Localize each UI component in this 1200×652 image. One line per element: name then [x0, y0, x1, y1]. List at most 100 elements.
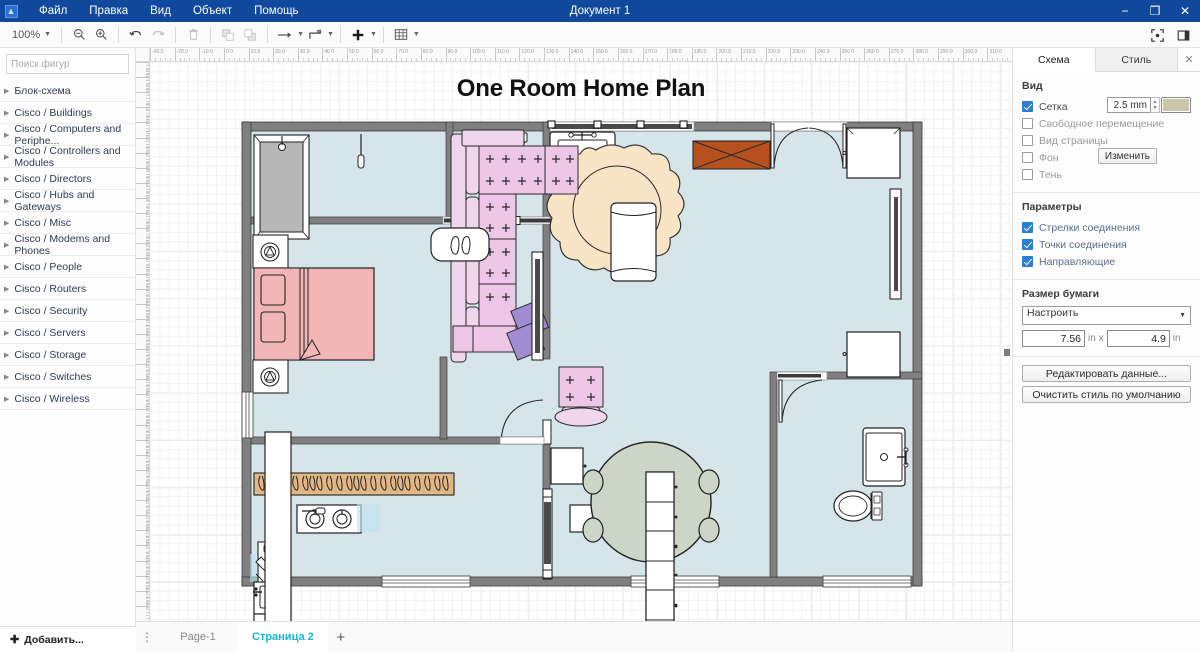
edit-data-button[interactable]: Редактировать данные...	[1022, 365, 1191, 382]
menu-item-view[interactable]: Вид	[139, 0, 182, 22]
delete-icon[interactable]	[182, 25, 204, 45]
ruler-tick: 180.0	[667, 48, 682, 61]
table-icon[interactable]	[390, 25, 412, 45]
fullscreen-icon[interactable]	[1146, 25, 1168, 45]
ruler-tick: 270.0	[888, 48, 903, 61]
sidebar-item-cisco-modems[interactable]: ▶ Cisco / Modems and Phones	[0, 232, 135, 257]
toolbar-divider	[175, 26, 177, 43]
ruler-tick: 220.0	[765, 48, 780, 61]
menu-item-help[interactable]: Помощь	[243, 0, 309, 22]
shadow-checkbox[interactable]	[1022, 169, 1033, 180]
zoom-in-icon[interactable]	[90, 25, 112, 45]
background-checkbox[interactable]	[1022, 152, 1033, 163]
canvas-resize-handle[interactable]	[1004, 349, 1010, 356]
sidebar-item-cisco-storage[interactable]: ▶ Cisco / Storage	[0, 344, 135, 366]
paper-size-select[interactable]: Настроить	[1022, 306, 1191, 325]
grid-color-swatch[interactable]	[1161, 97, 1191, 113]
sidebar-item-cisco-buildings[interactable]: ▶ Cisco / Buildings	[0, 102, 135, 124]
chevron-down-icon: ▼	[44, 31, 52, 38]
sidebar-item-cisco-computers[interactable]: ▶ Cisco / Computers and Periphe...	[0, 123, 135, 147]
top-window-selected[interactable]	[547, 120, 695, 132]
to-front-icon[interactable]	[217, 25, 239, 45]
page-view-label: Вид страницы	[1039, 134, 1108, 147]
chevron-down-icon[interactable]: ▼	[370, 31, 377, 38]
close-panel-icon[interactable]: ✕	[1178, 48, 1200, 71]
paper-height-input[interactable]: 4.9	[1106, 330, 1170, 347]
clear-default-style-button[interactable]: Очистить стиль по умолчанию	[1022, 386, 1191, 403]
maximize-button[interactable]: ❐	[1140, 0, 1170, 22]
grid-size-input[interactable]: 2.5 mm	[1107, 97, 1151, 113]
waypoints-icon[interactable]	[304, 25, 326, 45]
ruler-tick: 320.0	[136, 581, 149, 594]
connection-points-label: Точки соединения	[1039, 238, 1127, 251]
change-background-button[interactable]: Изменить	[1097, 148, 1157, 164]
sidebar-item-cisco-routers[interactable]: ▶ Cisco / Routers	[0, 278, 135, 300]
ruler-tick: 160.0	[617, 48, 632, 61]
sidebar-item-label: Cisco / Modems and Phones	[14, 232, 111, 257]
redo-icon[interactable]	[147, 25, 169, 45]
menu-item-edit[interactable]: Правка	[78, 0, 139, 22]
undo-icon[interactable]	[125, 25, 147, 45]
toolbar-divider	[267, 26, 269, 43]
chevron-down-icon[interactable]: ▼	[413, 31, 420, 38]
coffee-table	[610, 202, 657, 282]
sidebar-item-cisco-people[interactable]: ▶ Cisco / People	[0, 256, 135, 278]
tab-style[interactable]: Стиль	[1095, 48, 1178, 71]
menu-item-file[interactable]: Файл	[28, 0, 78, 22]
add-shapes-button[interactable]: ✚ Добавить...	[0, 626, 136, 652]
nightstand-bottom	[252, 359, 289, 394]
ruler-tick: 240.0	[136, 460, 149, 473]
sidebar-item-label: Cisco / Servers	[14, 326, 86, 339]
sidebar-item-cisco-security[interactable]: ▶ Cisco / Security	[0, 300, 135, 322]
sidebar-item-cisco-hubs[interactable]: ▶ Cisco / Hubs and Gateways	[0, 189, 135, 213]
sidebar-item-cisco-servers[interactable]: ▶ Cisco / Servers	[0, 322, 135, 344]
sidebar-item-cisco-wireless[interactable]: ▶ Cisco / Wireless	[0, 388, 135, 410]
page-tab-page1[interactable]: Page-1	[158, 621, 238, 652]
chevron-down-icon[interactable]: ▼	[327, 31, 334, 38]
page-tab-page2[interactable]: Страница 2	[238, 621, 328, 652]
background-row: Фон Изменить	[1022, 148, 1191, 166]
menu-item-object[interactable]: Объект	[182, 0, 243, 22]
paper-width-input[interactable]: 7.56	[1022, 330, 1085, 347]
page-menu-icon[interactable]: ⋮	[136, 630, 158, 644]
tab-diagram[interactable]: Схема	[1013, 48, 1096, 72]
to-back-icon[interactable]	[239, 25, 261, 45]
search-input[interactable]	[11, 58, 143, 70]
format-panel-icon[interactable]	[1172, 25, 1194, 45]
page-view-checkbox[interactable]	[1022, 135, 1033, 146]
free-move-checkbox[interactable]	[1022, 118, 1033, 129]
ruler-tick: 10.0	[136, 116, 149, 125]
sidebar-item-cisco-switches[interactable]: ▶ Cisco / Switches	[0, 366, 135, 388]
sidebar-item-label: Cisco / Wireless	[14, 392, 90, 405]
chevron-right-icon: ▶	[4, 351, 10, 359]
connection-arrow-icon[interactable]	[274, 25, 296, 45]
zoom-control[interactable]: 100% ▼	[8, 29, 55, 41]
sidebar-item-cisco-directors[interactable]: ▶ Cisco / Directors	[0, 168, 135, 190]
ruler-tick: 290.0	[136, 536, 149, 548]
insert-plus-icon[interactable]	[347, 25, 369, 45]
search-box[interactable]	[6, 54, 154, 74]
chevron-right-icon: ▶	[4, 395, 10, 403]
floor-plan-drawing[interactable]	[150, 62, 1012, 621]
chevron-down-icon[interactable]: ▼	[297, 31, 304, 38]
vertical-ruler[interactable]: -30.0 -20.0 -10.0 0.0 10.0 20.0 30.0 40.0 50.0 60…	[136, 62, 150, 621]
connection-arrows-checkbox[interactable]	[1022, 222, 1033, 233]
ruler-tick: 140.0	[568, 48, 583, 61]
grid-size-stepper[interactable]: ▲ ▼	[1151, 97, 1160, 113]
close-button[interactable]: ✕	[1170, 0, 1200, 22]
minimize-button[interactable]: −	[1110, 0, 1140, 22]
sidebar-item-cisco-misc[interactable]: ▶ Cisco / Misc	[0, 212, 135, 234]
connection-points-checkbox[interactable]	[1022, 239, 1033, 250]
ruler-tick: 110.0	[136, 264, 149, 277]
sidebar-item-cisco-controllers[interactable]: ▶ Cisco / Controllers and Modules	[0, 145, 135, 169]
zoom-out-icon[interactable]	[68, 25, 90, 45]
main-toolbar: 100% ▼ ▼ ▼ ▼ ▼	[0, 22, 1200, 48]
paper-size-select-wrapper: Настроить ▼	[1022, 306, 1191, 325]
drawing-canvas[interactable]: One Room Home Plan	[150, 62, 1012, 621]
ruler-tick: 230.0	[790, 48, 805, 61]
guides-checkbox[interactable]	[1022, 256, 1033, 267]
add-page-icon[interactable]: +	[328, 629, 354, 646]
grid-checkbox[interactable]	[1022, 101, 1033, 112]
sidebar-item-flowchart[interactable]: ▶ Блок-схема	[0, 80, 135, 102]
horizontal-ruler[interactable]: -30.0 -20.0 -10.0 0.0 10.0 20.0 30.0 40.0 50.0 60…	[150, 48, 1012, 62]
